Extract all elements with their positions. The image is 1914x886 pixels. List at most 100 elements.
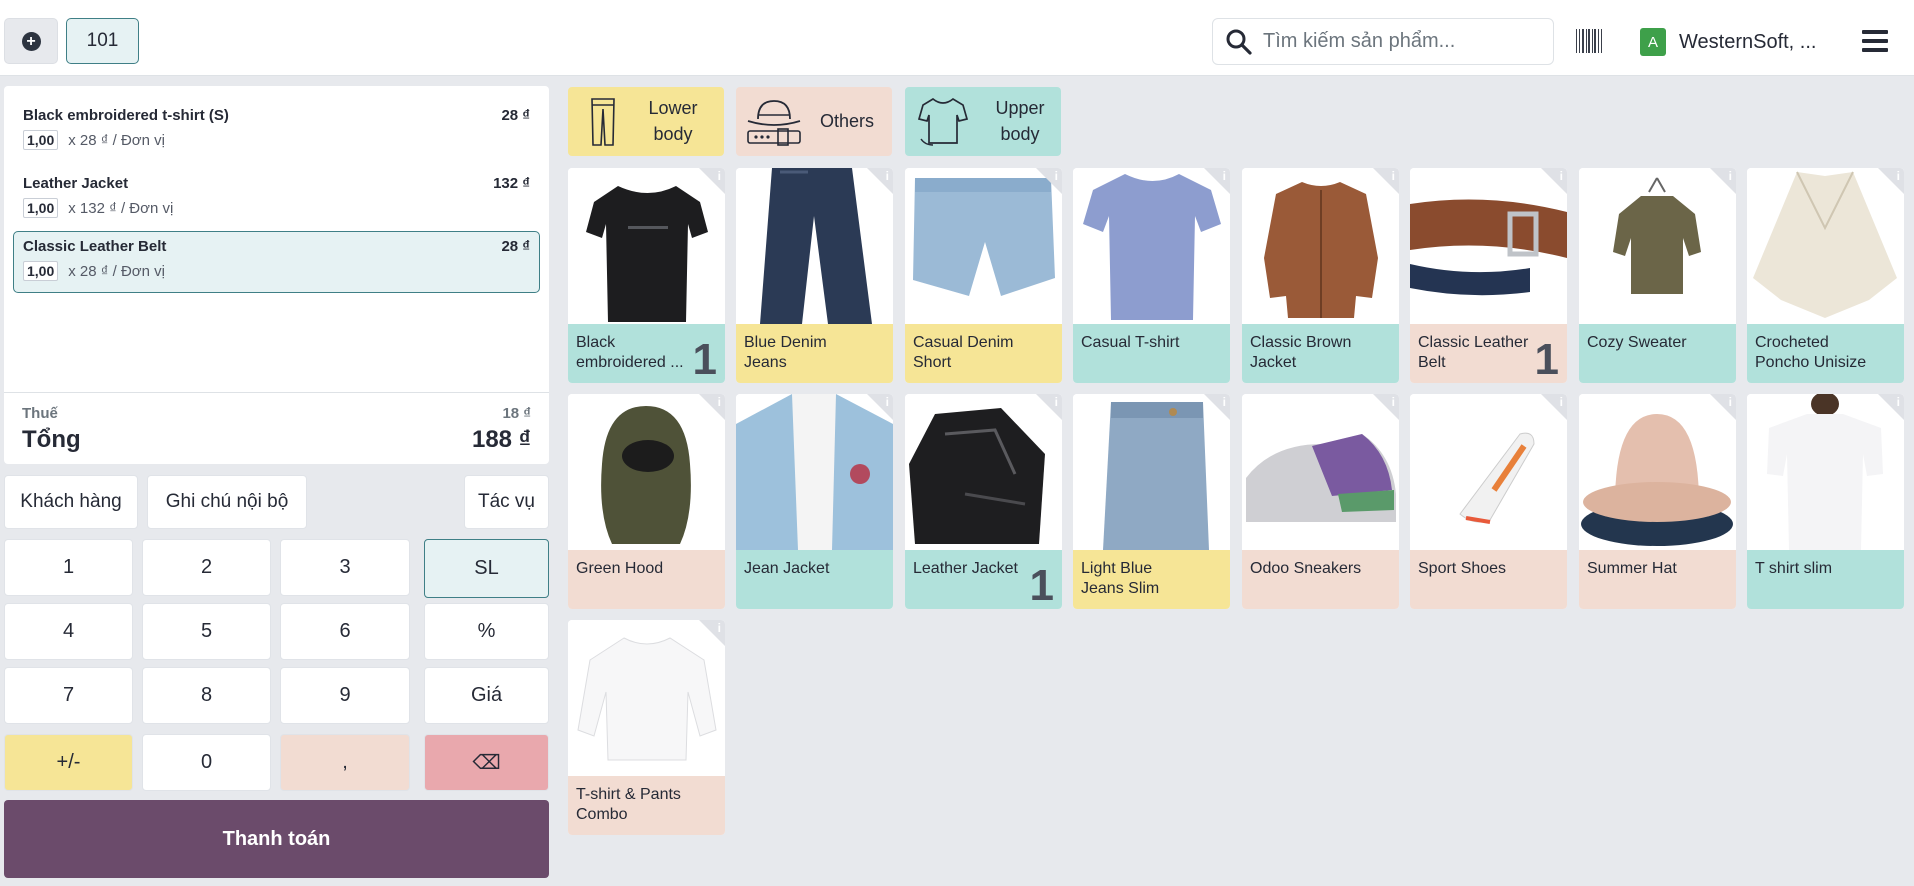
company-switcher[interactable]: A WesternSoft, ... — [1640, 28, 1816, 56]
product-info-icon[interactable] — [1204, 394, 1230, 420]
product-info-icon[interactable] — [1541, 168, 1567, 194]
order-panel: Black embroidered t-shirt (S) 28 ₫ 1,00 … — [4, 86, 549, 464]
numpad-key-5[interactable]: 5 — [142, 603, 271, 660]
order-line[interactable]: Leather Jacket 132 ₫ 1,00 x 132 ₫ / Đơn … — [13, 168, 540, 230]
numpad-discount-mode[interactable]: % — [424, 603, 549, 660]
product-name: Jean Jacket — [744, 560, 830, 577]
order-line-qty: 1,00 — [23, 261, 59, 281]
product-info-glyph: i — [885, 395, 889, 409]
numpad-plus-minus[interactable]: +/- — [4, 734, 133, 791]
product-info-icon[interactable] — [1204, 168, 1230, 194]
hamburger-menu-icon[interactable] — [1862, 30, 1888, 52]
category-lower-body[interactable]: Lower body — [568, 87, 724, 156]
order-line-unit-price: x 28 ₫ / Đơn vị — [68, 131, 165, 149]
internal-note-button[interactable]: Ghi chú nội bộ — [147, 475, 307, 529]
product-card[interactable]: i Classic Leather Belt 1 — [1410, 168, 1567, 383]
product-name: Cozy Sweater — [1587, 334, 1687, 351]
product-info-glyph: i — [1896, 169, 1900, 183]
numpad-backspace-icon[interactable]: ⌫ — [424, 734, 549, 791]
product-card[interactable]: i Classic Brown Jacket — [1242, 168, 1399, 383]
customer-button[interactable]: Khách hàng — [4, 475, 138, 529]
order-tab-button[interactable]: 101 — [66, 18, 139, 64]
product-info-icon[interactable] — [1710, 394, 1736, 420]
product-card[interactable]: i Green Hood — [568, 394, 725, 609]
plus-circle-icon: + — [21, 31, 41, 51]
order-line-selected[interactable]: Classic Leather Belt 28 ₫ 1,00 x 28 ₫ / … — [13, 231, 540, 293]
product-info-icon[interactable] — [1373, 168, 1399, 194]
trousers-icon — [591, 98, 615, 146]
product-info-icon[interactable] — [1036, 394, 1062, 420]
product-card[interactable]: i T shirt slim — [1747, 394, 1904, 609]
numpad-price-mode[interactable]: Giá — [424, 667, 549, 724]
product-info-icon[interactable] — [1878, 394, 1904, 420]
company-avatar: A — [1640, 28, 1666, 56]
order-line[interactable]: Black embroidered t-shirt (S) 28 ₫ 1,00 … — [13, 100, 540, 162]
numpad-quantity-mode[interactable]: SL — [424, 539, 549, 598]
order-line-price: 132 ₫ — [493, 175, 530, 192]
product-info-icon[interactable] — [1710, 168, 1736, 194]
product-quantity-badge: 1 — [692, 335, 717, 383]
product-info-glyph: i — [1054, 169, 1058, 183]
product-card[interactable]: i Black embroidered ... 1 — [568, 168, 725, 383]
numpad-key-4[interactable]: 4 — [4, 603, 133, 660]
category-others[interactable]: Others — [736, 87, 892, 156]
product-info-glyph: i — [717, 395, 721, 409]
product-card[interactable]: i Summer Hat — [1579, 394, 1736, 609]
product-name: Green Hood — [576, 560, 664, 577]
product-info-glyph: i — [1559, 169, 1563, 183]
product-info-icon[interactable] — [699, 168, 725, 194]
product-info-icon[interactable] — [699, 394, 725, 420]
product-info-glyph: i — [1559, 395, 1563, 409]
numpad-key-6[interactable]: 6 — [280, 603, 410, 660]
product-info-glyph: i — [1391, 169, 1395, 183]
product-card[interactable]: i Odoo Sneakers — [1242, 394, 1399, 609]
category-upper-body[interactable]: Upper body — [905, 87, 1061, 156]
numpad-key-9[interactable]: 9 — [280, 667, 410, 724]
product-search-box[interactable] — [1212, 18, 1554, 65]
numpad-key-2[interactable]: 2 — [142, 539, 271, 596]
numpad-key-8[interactable]: 8 — [142, 667, 271, 724]
product-name: Classic Brown Jacket — [1250, 334, 1352, 371]
numpad-key-7[interactable]: 7 — [4, 667, 133, 724]
numpad-key-0[interactable]: 0 — [142, 734, 271, 791]
actions-button[interactable]: Tác vụ — [464, 475, 549, 529]
product-info-glyph: i — [1222, 395, 1226, 409]
product-card[interactable]: i Sport Shoes — [1410, 394, 1567, 609]
order-line-qty: 1,00 — [23, 130, 59, 150]
product-info-icon[interactable] — [1373, 394, 1399, 420]
product-card[interactable]: i Casual Denim Short — [905, 168, 1062, 383]
product-info-glyph: i — [1728, 395, 1732, 409]
order-line-unit-price: x 28 ₫ / Đơn vị — [68, 262, 165, 280]
product-card[interactable]: i T-shirt & Pants Combo — [568, 620, 725, 835]
numpad-key-1[interactable]: 1 — [4, 539, 133, 596]
product-info-icon[interactable] — [867, 168, 893, 194]
tax-label: Thuế — [22, 405, 58, 422]
category-label-line1: Upper — [995, 98, 1045, 118]
product-card[interactable]: i Casual T-shirt — [1073, 168, 1230, 383]
product-card[interactable]: i Light Blue Jeans Slim — [1073, 394, 1230, 609]
payment-button[interactable]: Thanh toán — [4, 800, 549, 878]
product-info-icon[interactable] — [699, 620, 725, 646]
product-card[interactable]: i Cozy Sweater — [1579, 168, 1736, 383]
product-info-icon[interactable] — [1036, 168, 1062, 194]
product-card[interactable]: i Jean Jacket — [736, 394, 893, 609]
numpad-comma[interactable]: , — [280, 734, 410, 791]
product-card[interactable]: i Leather Jacket 1 — [905, 394, 1062, 609]
product-card[interactable]: i Blue Denim Jeans — [736, 168, 893, 383]
product-info-icon[interactable] — [1878, 168, 1904, 194]
category-label-line1: Lower — [648, 98, 698, 118]
barcode-icon[interactable] — [1576, 29, 1604, 53]
product-info-glyph: i — [1391, 395, 1395, 409]
search-input[interactable] — [1263, 30, 1543, 53]
hat-belt-icon — [747, 100, 801, 146]
new-order-button[interactable]: + — [4, 18, 58, 64]
product-info-glyph: i — [717, 169, 721, 183]
product-info-glyph: i — [885, 169, 889, 183]
product-info-icon[interactable] — [867, 394, 893, 420]
product-name: Black embroidered ... — [576, 334, 684, 371]
product-card[interactable]: i Crocheted Poncho Unisize — [1747, 168, 1904, 383]
product-info-icon[interactable] — [1541, 394, 1567, 420]
numpad-key-3[interactable]: 3 — [280, 539, 410, 596]
product-name: Classic Leather Belt — [1418, 334, 1529, 371]
tshirt-icon — [917, 97, 969, 146]
